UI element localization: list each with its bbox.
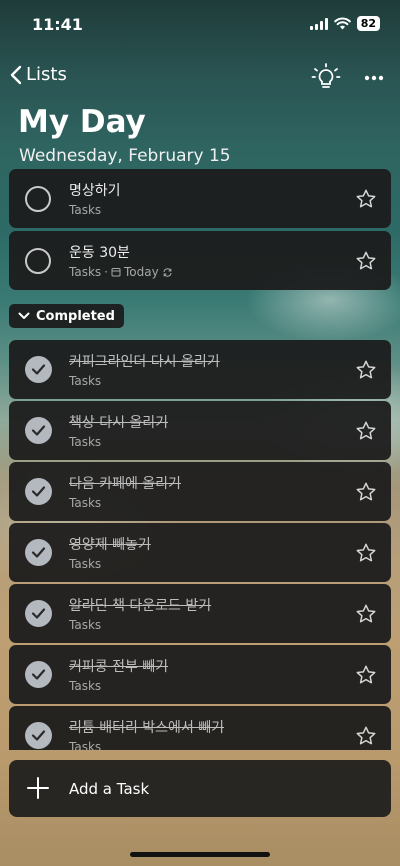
back-button[interactable]: Lists: [10, 64, 67, 85]
task-checked-checkbox[interactable]: [25, 478, 52, 505]
task-title: 커피콩 전부 빼기: [69, 659, 169, 675]
task-list-label: Tasks: [69, 679, 102, 693]
task-checked-checkbox[interactable]: [25, 661, 52, 688]
nav-bar: Lists: [0, 58, 400, 98]
completed-task-item[interactable]: 커피콩 전부 빼기 Tasks: [9, 645, 391, 704]
star-icon[interactable]: [355, 481, 377, 503]
completed-task-item[interactable]: 다음 카페에 올리기 Tasks: [9, 462, 391, 521]
star-icon[interactable]: [355, 420, 377, 442]
star-icon[interactable]: [355, 250, 377, 272]
checkmark-icon: [31, 364, 46, 375]
task-title: 알라딘 책 다운로드 받기: [69, 598, 212, 614]
battery-icon: 82: [356, 16, 380, 31]
task-list-label: Tasks: [69, 557, 102, 571]
star-icon[interactable]: [355, 542, 377, 564]
status-time: 11:41: [32, 15, 83, 34]
checkmark-icon: [31, 547, 46, 558]
checkmark-icon: [31, 608, 46, 619]
chevron-left-icon: [10, 65, 22, 84]
wifi-icon: [333, 17, 351, 30]
calendar-icon: [111, 268, 121, 277]
task-checked-checkbox[interactable]: [25, 417, 52, 444]
task-list-label: Tasks: [69, 618, 102, 632]
completed-task-item[interactable]: 알라딘 책 다운로드 받기 Tasks: [9, 584, 391, 643]
lightbulb-icon[interactable]: [310, 62, 342, 94]
star-icon[interactable]: [355, 359, 377, 381]
completed-section-toggle[interactable]: Completed: [9, 304, 124, 328]
task-title: 리튬 배터리 박스에서 빼기: [69, 720, 225, 736]
cellular-signal-icon: [309, 17, 328, 30]
completed-task-item[interactable]: 커피그라인더 다시 올리기 Tasks: [9, 340, 391, 399]
home-indicator[interactable]: [130, 852, 270, 857]
completed-task-item[interactable]: 리튬 배터리 박스에서 빼기 Tasks: [9, 706, 391, 750]
task-complete-checkbox[interactable]: [25, 186, 51, 212]
task-list-label: Tasks: [69, 203, 102, 217]
separator-dot: ·: [104, 265, 108, 279]
completed-label: Completed: [36, 308, 115, 324]
task-due-label: Today: [123, 265, 159, 279]
task-title: 운동 30분: [69, 245, 130, 261]
checkmark-icon: [31, 425, 46, 436]
task-checked-checkbox[interactable]: [25, 539, 52, 566]
task-title: 명상하기: [69, 183, 121, 199]
add-task-label: Add a Task: [69, 780, 150, 798]
status-icons: 82: [309, 16, 380, 31]
task-list-label: Tasks: [69, 374, 102, 388]
task-meta: Tasks · Today: [69, 265, 173, 279]
task-title: 책상 다시 올리기: [69, 415, 169, 431]
scroll-clip: 리튬 배터리 박스에서 빼기 Tasks: [0, 700, 400, 750]
checkmark-icon: [31, 486, 46, 497]
checkmark-icon: [31, 669, 46, 680]
task-item[interactable]: 운동 30분 Tasks · Today: [9, 231, 391, 290]
checkmark-icon: [31, 730, 46, 741]
task-list-label: Tasks: [69, 435, 102, 449]
plus-icon: [27, 777, 49, 799]
page-date: Wednesday, February 15: [19, 146, 231, 166]
star-icon[interactable]: [355, 603, 377, 625]
star-icon[interactable]: [355, 664, 377, 686]
task-title: 다음 카페에 올리기: [69, 476, 181, 492]
chevron-down-icon: [18, 312, 30, 319]
star-icon[interactable]: [355, 188, 377, 210]
task-checked-checkbox[interactable]: [25, 356, 52, 383]
task-item[interactable]: 명상하기 Tasks: [9, 169, 391, 228]
completed-task-item[interactable]: 책상 다시 올리기 Tasks: [9, 401, 391, 460]
star-icon[interactable]: [355, 725, 377, 747]
more-options-icon[interactable]: [362, 66, 386, 90]
status-bar: 11:41 82: [0, 0, 400, 48]
task-title: 커피그라인더 다시 올리기: [69, 354, 220, 370]
task-list-name: Tasks: [69, 203, 101, 217]
completed-task-item[interactable]: 영양제 빼놓기 Tasks: [9, 523, 391, 582]
task-checked-checkbox[interactable]: [25, 600, 52, 627]
repeat-icon: [163, 267, 172, 277]
page-title: My Day: [18, 104, 146, 140]
task-list-label: Tasks: [69, 740, 102, 750]
task-list-label: Tasks: [69, 265, 102, 279]
task-title: 영양제 빼놓기: [69, 537, 151, 553]
task-list-label: Tasks: [69, 496, 102, 510]
back-label: Lists: [26, 64, 67, 85]
add-task-button[interactable]: Add a Task: [9, 760, 391, 817]
task-checked-checkbox[interactable]: [25, 722, 52, 749]
task-complete-checkbox[interactable]: [25, 248, 51, 274]
